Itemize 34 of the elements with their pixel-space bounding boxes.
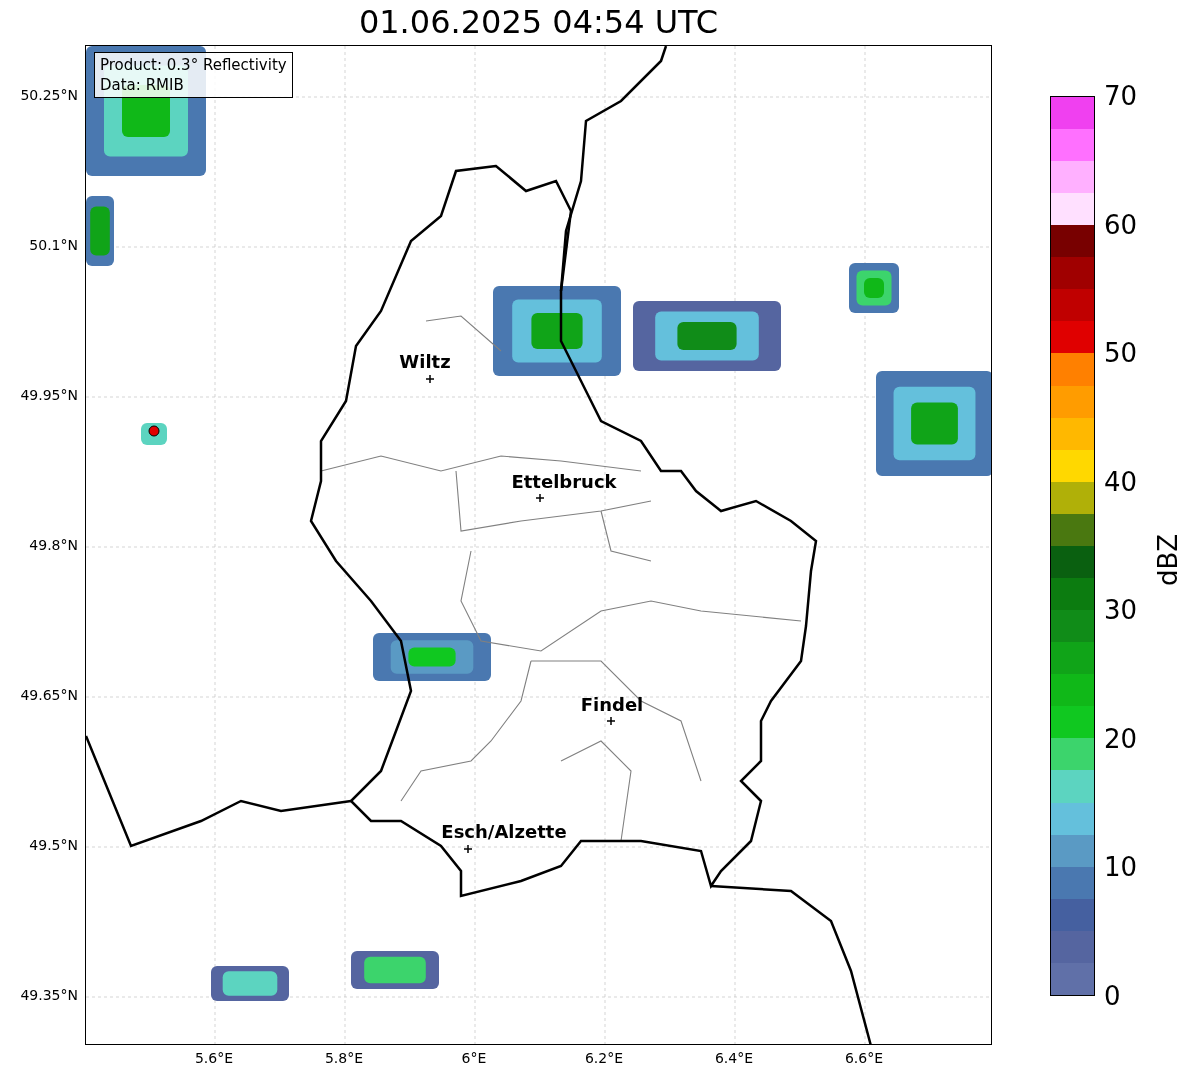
city-label: Findel xyxy=(580,694,644,715)
city-label: Ettelbruck xyxy=(511,471,617,492)
city-label: Esch/Alzette xyxy=(441,821,567,842)
latitude-tick-label: 49.35°N xyxy=(20,987,78,1003)
city-marker-icon xyxy=(463,844,473,854)
latitude-tick-label: 49.65°N xyxy=(20,687,78,703)
scale-tick-label: 30 xyxy=(1104,595,1138,626)
legend-text: Data: RMIB xyxy=(100,75,185,95)
longitude-tick-label: 5.8°E xyxy=(324,1050,364,1066)
chart-title: 01.06.2025 04:54 UTC xyxy=(358,2,719,43)
longitude-tick-label: 6°E xyxy=(461,1050,487,1066)
scale-tick-label: 70 xyxy=(1104,81,1138,111)
city-label: Wiltz xyxy=(399,351,451,372)
legend-text: Product: 0.3° Reflectivity xyxy=(100,55,287,75)
longitude-tick-label: 6.4°E xyxy=(714,1050,754,1066)
latitude-tick-label: 49.95°N xyxy=(20,387,78,403)
latitude-tick-label: 49.8°N xyxy=(29,537,78,553)
scale-tick-label: 50 xyxy=(1104,338,1138,369)
latitude-tick-label: 50.1°N xyxy=(29,237,78,253)
radar-site-icon xyxy=(148,425,160,437)
latitude-tick-label: 50.25°N xyxy=(20,87,78,103)
city-marker-icon xyxy=(425,374,435,384)
city-marker-icon xyxy=(535,493,545,503)
city-marker-icon xyxy=(606,716,616,726)
scale-unit-label: dBZ xyxy=(1153,533,1184,587)
longitude-tick-label: 6.2°E xyxy=(584,1050,624,1066)
longitude-tick-label: 5.6°E xyxy=(194,1050,234,1066)
longitude-tick-label: 6.6°E xyxy=(844,1050,884,1066)
scale-tick-label: 60 xyxy=(1104,209,1138,240)
scale-tick-label: 10 xyxy=(1104,852,1138,883)
latitude-tick-label: 49.5°N xyxy=(29,837,78,853)
scale-tick-label: 40 xyxy=(1104,466,1138,497)
scale-tick-label: 20 xyxy=(1104,723,1138,754)
scale-tick-label: 0 xyxy=(1104,981,1121,1011)
